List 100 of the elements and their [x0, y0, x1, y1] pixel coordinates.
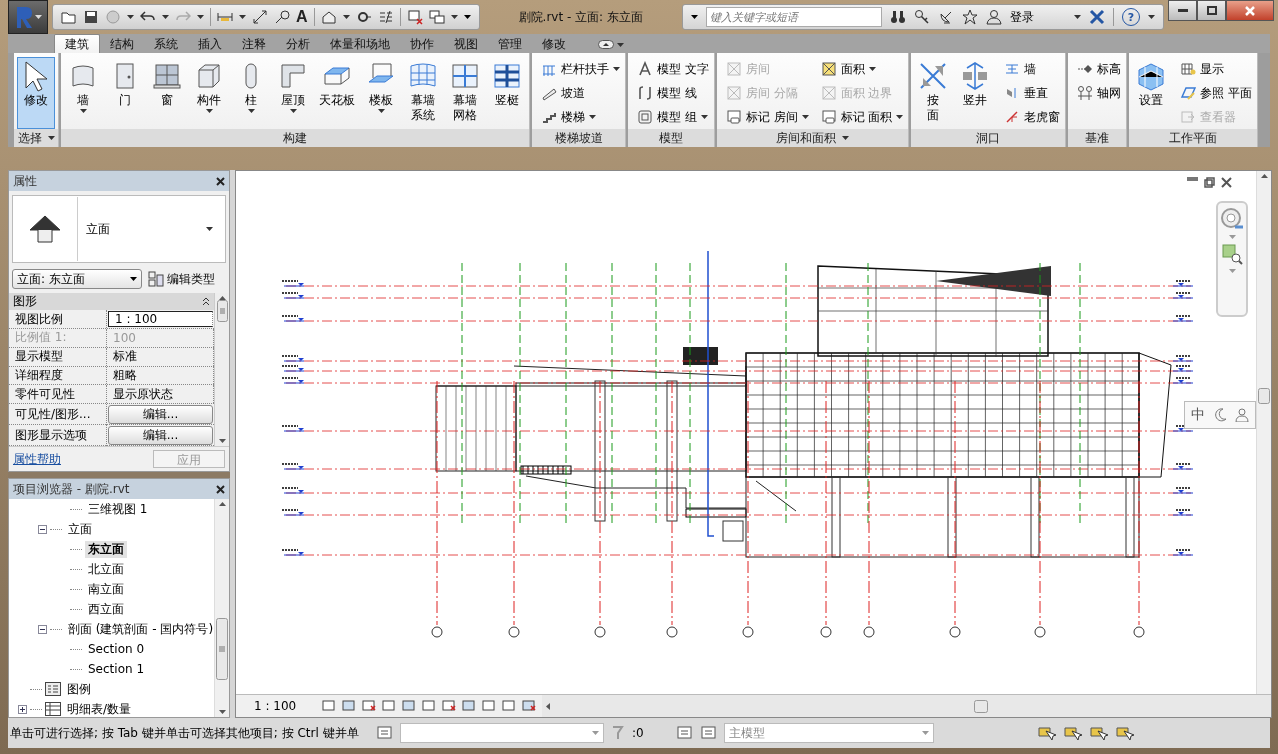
ribbon-tab[interactable]: 管理 [488, 35, 532, 53]
ribbon-button[interactable]: 楼板 [362, 57, 400, 129]
model-dropdown[interactable]: 主模型 [723, 723, 934, 743]
ribbon-tab[interactable]: 注释 [232, 35, 276, 53]
panel-title[interactable]: 选择 [14, 129, 58, 147]
select-by-face-icon[interactable] [1114, 724, 1134, 742]
lightbulb-icon[interactable] [482, 700, 497, 712]
ribbon-button[interactable]: 标记 面积 [818, 105, 906, 129]
level-line[interactable] [281, 280, 1194, 287]
close-icon[interactable] [216, 176, 225, 186]
sun-path-icon[interactable] [362, 700, 377, 712]
ribbon-button[interactable]: 坡道 [539, 81, 622, 105]
select-pinned-icon[interactable] [1088, 724, 1108, 742]
tree-item[interactable]: 南立面 [85, 580, 127, 598]
tree-item[interactable]: 北立面 [85, 560, 127, 578]
ribbon-button[interactable]: 轴网 [1075, 81, 1124, 105]
temporary-hide-icon[interactable] [442, 700, 457, 712]
ribbon-button[interactable]: 竖井 [956, 57, 995, 129]
shadows-icon[interactable] [382, 700, 397, 712]
ribbon-button[interactable]: 构件 [190, 57, 228, 129]
maximize-button[interactable] [1197, 0, 1226, 21]
scroll-up-icon[interactable] [218, 502, 226, 506]
level-line[interactable] [281, 365, 1194, 372]
scroll-thumb[interactable] [974, 699, 989, 713]
application-menu-button[interactable] [8, 0, 48, 34]
section-icon[interactable] [355, 9, 372, 25]
ribbon-button[interactable]: 模型 线 [635, 81, 711, 105]
panel-title[interactable]: 房间和面积 [716, 129, 909, 147]
ribbon-button[interactable]: 屋顶 [274, 57, 312, 129]
house-icon[interactable] [320, 9, 337, 25]
level-line[interactable] [281, 463, 1194, 470]
ribbon-tab[interactable]: 修改 [532, 35, 576, 53]
view-scale-button[interactable]: 1 : 100 [254, 699, 297, 713]
ribbon-button[interactable]: 垂直 [1002, 81, 1063, 105]
scroll-thumb[interactable] [216, 300, 228, 322]
ribbon-button[interactable]: 模型 组 [635, 105, 711, 129]
ribbon-tab[interactable]: 视图 [444, 35, 488, 53]
ribbon-button[interactable]: 按面 [914, 57, 953, 129]
minimize-button[interactable] [1168, 0, 1197, 21]
ribbon-button[interactable]: 设置 [1132, 57, 1171, 129]
text-tool-button[interactable]: A [296, 8, 308, 26]
scroll-thumb[interactable] [1258, 388, 1270, 404]
ribbon-button[interactable]: 楼梯 [539, 105, 622, 129]
ribbon-button[interactable]: 窗 [148, 57, 186, 129]
ribbon-button[interactable]: 标记 房间 [723, 105, 811, 129]
ribbon-button[interactable]: 门 [106, 57, 144, 129]
ribbon-tab[interactable]: 结构 [100, 35, 144, 53]
expand-icon[interactable] [18, 704, 27, 714]
tree-item[interactable]: 明细表/数量 [64, 700, 135, 717]
close-icon[interactable] [1221, 177, 1232, 188]
ribbon-button[interactable]: 天花板 [316, 57, 358, 129]
ribbon-button[interactable]: 栏杆扶手 [539, 57, 622, 81]
edit-button[interactable]: 编辑... [108, 426, 213, 445]
ribbon-tab[interactable]: 协作 [400, 35, 444, 53]
level-line[interactable] [281, 377, 1194, 384]
edit-button[interactable]: 编辑... [108, 405, 213, 424]
minimize-ribbon-icon[interactable] [598, 40, 614, 49]
ribbon-button[interactable]: 修改 [17, 57, 55, 129]
ribbon-button[interactable]: 竖梃 [488, 57, 526, 129]
restore-icon[interactable] [1204, 177, 1215, 188]
ribbon-button[interactable]: 柱 [232, 57, 270, 129]
detail-level-icon[interactable] [322, 700, 337, 712]
level-line[interactable] [281, 355, 1194, 362]
worksharing-icon[interactable] [502, 700, 517, 712]
close-hidden-windows-icon[interactable] [406, 9, 423, 25]
grid-line[interactable] [508, 380, 520, 638]
visual-style-icon[interactable] [342, 700, 357, 712]
exchange-x-icon[interactable] [1089, 9, 1105, 25]
user-icon[interactable] [986, 9, 1002, 25]
ribbon-button[interactable]: 老虎窗 [1002, 105, 1063, 129]
scroll-thumb[interactable] [216, 618, 228, 680]
key-icon[interactable] [914, 9, 930, 25]
collapse-icon[interactable] [38, 524, 47, 534]
ribbon-tab[interactable]: 分析 [276, 35, 320, 53]
close-button[interactable] [1226, 0, 1274, 21]
search-field[interactable]: 键入关键字或短语 [706, 7, 882, 27]
show-crop-icon[interactable] [422, 700, 437, 712]
select-links-icon[interactable] [1036, 724, 1056, 742]
save-icon[interactable] [83, 9, 99, 25]
input-mode-button[interactable]: 中 [1191, 406, 1205, 424]
ribbon-tab[interactable]: 插入 [188, 35, 232, 53]
reveal-hidden-icon[interactable] [462, 700, 477, 712]
ribbon-tab[interactable]: 建筑 [54, 34, 100, 53]
editing-requests-icon[interactable] [675, 725, 694, 741]
tree-item[interactable]: Section 0 [85, 642, 148, 656]
tree-item[interactable]: 剖面 (建筑剖面 - 国内符号) [65, 620, 214, 638]
star-icon[interactable] [962, 9, 978, 25]
tree-item[interactable]: Section 1 [85, 662, 148, 676]
steering-wheel-icon[interactable] [1220, 207, 1244, 231]
ribbon-button[interactable]: 幕墙网格 [446, 57, 484, 129]
scale-field[interactable]: 1 : 100 [108, 311, 213, 327]
binoculars-icon[interactable] [890, 9, 906, 25]
tree-item[interactable]: 图例 [64, 680, 94, 698]
ribbon-button[interactable]: 模型 文字 [635, 57, 711, 81]
tree-item[interactable]: 东立面 [85, 540, 127, 558]
ribbon-button[interactable]: 标高 [1075, 57, 1124, 81]
crop-view-icon[interactable] [402, 700, 417, 712]
select-underlay-icon[interactable] [1062, 724, 1082, 742]
switch-windows-icon[interactable] [428, 9, 445, 25]
grid-line[interactable] [1133, 380, 1145, 638]
